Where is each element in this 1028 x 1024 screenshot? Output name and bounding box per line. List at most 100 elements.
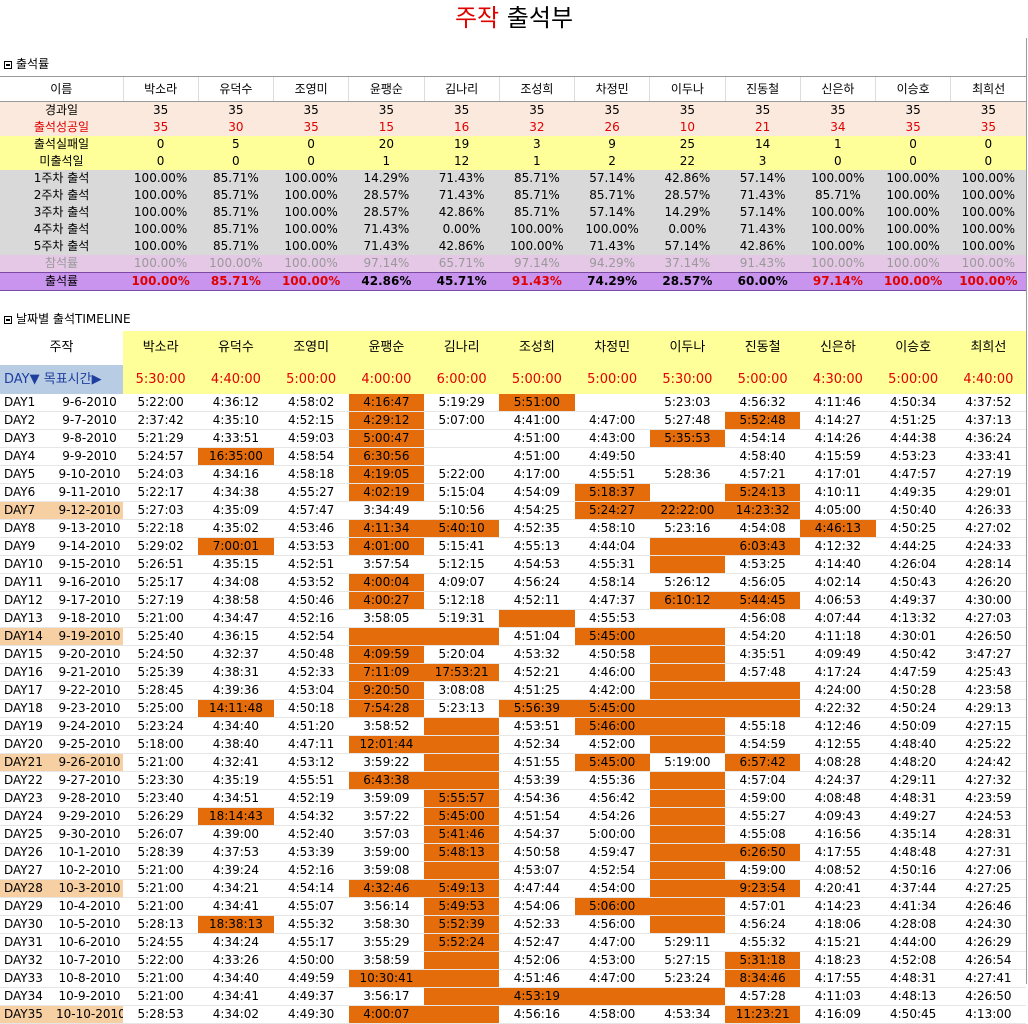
- time-cell[interactable]: 4:51:00: [499, 447, 575, 466]
- value-cell[interactable]: 34: [800, 119, 876, 136]
- time-cell[interactable]: 4:16:56: [800, 825, 876, 844]
- time-cell[interactable]: 4:59:03: [273, 429, 349, 448]
- date-cell[interactable]: 9-8-2010: [52, 429, 124, 448]
- time-cell[interactable]: [649, 807, 726, 826]
- value-cell[interactable]: 35: [424, 101, 500, 119]
- value-cell[interactable]: 0: [875, 136, 951, 153]
- time-cell[interactable]: 4:52:00: [574, 735, 650, 754]
- value-cell[interactable]: 21: [725, 119, 801, 136]
- time-cell[interactable]: 4:34:38: [198, 483, 274, 502]
- name-header-cell[interactable]: 최희선: [950, 331, 1027, 365]
- time-cell[interactable]: 2:37:42: [123, 411, 199, 430]
- value-cell[interactable]: 57.14%: [649, 238, 725, 255]
- time-cell[interactable]: 5:26:07: [123, 825, 199, 844]
- time-cell[interactable]: 5:23:30: [123, 771, 199, 790]
- value-cell[interactable]: 100.00%: [875, 238, 951, 255]
- time-cell[interactable]: [499, 609, 575, 628]
- time-cell[interactable]: 4:26:33: [950, 501, 1027, 520]
- value-cell[interactable]: 100.00%: [123, 204, 199, 221]
- value-cell[interactable]: 100.00%: [800, 221, 876, 238]
- day-label-cell[interactable]: DAY32: [0, 951, 52, 970]
- time-cell[interactable]: 4:18:06: [800, 915, 876, 934]
- time-cell[interactable]: [424, 735, 500, 754]
- value-cell[interactable]: 100.00%: [875, 255, 951, 273]
- value-cell[interactable]: 100.00%: [875, 221, 951, 238]
- time-cell[interactable]: 5:49:13: [424, 879, 500, 898]
- time-cell[interactable]: 4:54:53: [499, 555, 575, 574]
- time-cell[interactable]: 4:55:51: [574, 465, 650, 484]
- time-cell[interactable]: 4:55:36: [574, 771, 650, 790]
- time-cell[interactable]: 5:22:00: [123, 951, 199, 970]
- time-cell[interactable]: 4:24:33: [950, 537, 1027, 556]
- value-cell[interactable]: 85.71%: [198, 187, 274, 204]
- time-cell[interactable]: 4:15:59: [800, 447, 876, 466]
- time-cell[interactable]: 4:53:00: [574, 951, 650, 970]
- value-cell[interactable]: 71.43%: [574, 238, 650, 255]
- time-cell[interactable]: 4:59:00: [725, 789, 801, 808]
- day-label-cell[interactable]: DAY21: [0, 753, 52, 772]
- time-cell[interactable]: 4:48:48: [875, 843, 951, 862]
- time-cell[interactable]: 4:10:11: [800, 483, 876, 502]
- time-cell[interactable]: 4:38:31: [198, 663, 274, 682]
- time-cell[interactable]: 4:34:08: [198, 573, 274, 592]
- time-cell[interactable]: [424, 447, 500, 466]
- target-time-cell[interactable]: 5:00:00: [574, 365, 650, 394]
- value-cell[interactable]: 94.29%: [574, 255, 650, 273]
- time-cell[interactable]: 4:23:58: [950, 681, 1027, 700]
- time-cell[interactable]: 7:11:09: [348, 663, 425, 682]
- time-cell[interactable]: 5:18:37: [574, 483, 650, 502]
- value-cell[interactable]: 100.00%: [950, 221, 1026, 238]
- time-cell[interactable]: 4:42:00: [574, 681, 650, 700]
- time-cell[interactable]: 18:14:43: [198, 807, 274, 826]
- time-cell[interactable]: 4:27:32: [950, 771, 1027, 790]
- time-cell[interactable]: 3:59:00: [348, 843, 425, 862]
- time-cell[interactable]: 4:53:07: [499, 861, 575, 880]
- time-cell[interactable]: 4:08:52: [800, 861, 876, 880]
- time-cell[interactable]: 4:54:14: [273, 879, 349, 898]
- name-header-cell[interactable]: 박소라: [123, 331, 199, 365]
- day-label-cell[interactable]: DAY17: [0, 681, 52, 700]
- date-cell[interactable]: 10-1-2010: [52, 843, 124, 862]
- time-cell[interactable]: 4:49:50: [574, 447, 650, 466]
- day-label-cell[interactable]: DAY7: [0, 501, 52, 520]
- time-cell[interactable]: 4:39:00: [198, 825, 274, 844]
- date-cell[interactable]: 9-26-2010: [52, 753, 124, 772]
- time-cell[interactable]: 4:32:37: [198, 645, 274, 664]
- time-cell[interactable]: 4:35:02: [198, 519, 274, 538]
- time-cell[interactable]: 5:21:00: [123, 753, 199, 772]
- value-cell[interactable]: 100.00%: [950, 204, 1026, 221]
- time-cell[interactable]: 4:24:00: [800, 681, 876, 700]
- time-cell[interactable]: 5:27:19: [123, 591, 199, 610]
- value-cell[interactable]: 97.14%: [499, 255, 575, 273]
- time-cell[interactable]: 4:00:04: [348, 573, 425, 592]
- time-cell[interactable]: [649, 681, 726, 700]
- date-cell[interactable]: 9-22-2010: [52, 681, 124, 700]
- time-cell[interactable]: 5:12:18: [424, 591, 500, 610]
- time-cell[interactable]: 4:58:54: [273, 447, 349, 466]
- time-cell[interactable]: 4:50:46: [273, 591, 349, 610]
- time-cell[interactable]: 4:53:19: [499, 987, 575, 1006]
- time-cell[interactable]: 3:59:09: [348, 789, 425, 808]
- time-cell[interactable]: 5:24:57: [123, 447, 199, 466]
- time-cell[interactable]: 4:12:46: [800, 717, 876, 736]
- time-cell[interactable]: [424, 951, 500, 970]
- time-cell[interactable]: 5:21:29: [123, 429, 199, 448]
- value-cell[interactable]: 100.00%: [950, 272, 1026, 291]
- value-cell[interactable]: 85.71%: [499, 187, 575, 204]
- time-cell[interactable]: 5:00:00: [574, 825, 650, 844]
- value-cell[interactable]: 85.71%: [499, 204, 575, 221]
- value-cell[interactable]: 100.00%: [950, 187, 1026, 204]
- value-cell[interactable]: 71.43%: [348, 238, 424, 255]
- date-cell[interactable]: 9-18-2010: [52, 609, 124, 628]
- value-cell[interactable]: 32: [499, 119, 575, 136]
- time-cell[interactable]: 4:29:01: [950, 483, 1027, 502]
- value-cell[interactable]: 30: [198, 119, 274, 136]
- time-cell[interactable]: 4:50:58: [499, 843, 575, 862]
- time-cell[interactable]: 4:57:28: [725, 987, 801, 1006]
- value-cell[interactable]: 97.14%: [348, 255, 424, 273]
- time-cell[interactable]: 5:28:53: [123, 1005, 199, 1024]
- time-cell[interactable]: 5:28:39: [123, 843, 199, 862]
- time-cell[interactable]: 4:56:16: [499, 1005, 575, 1024]
- time-cell[interactable]: 14:23:32: [725, 501, 801, 520]
- name-header-cell[interactable]: 이두나: [649, 331, 726, 365]
